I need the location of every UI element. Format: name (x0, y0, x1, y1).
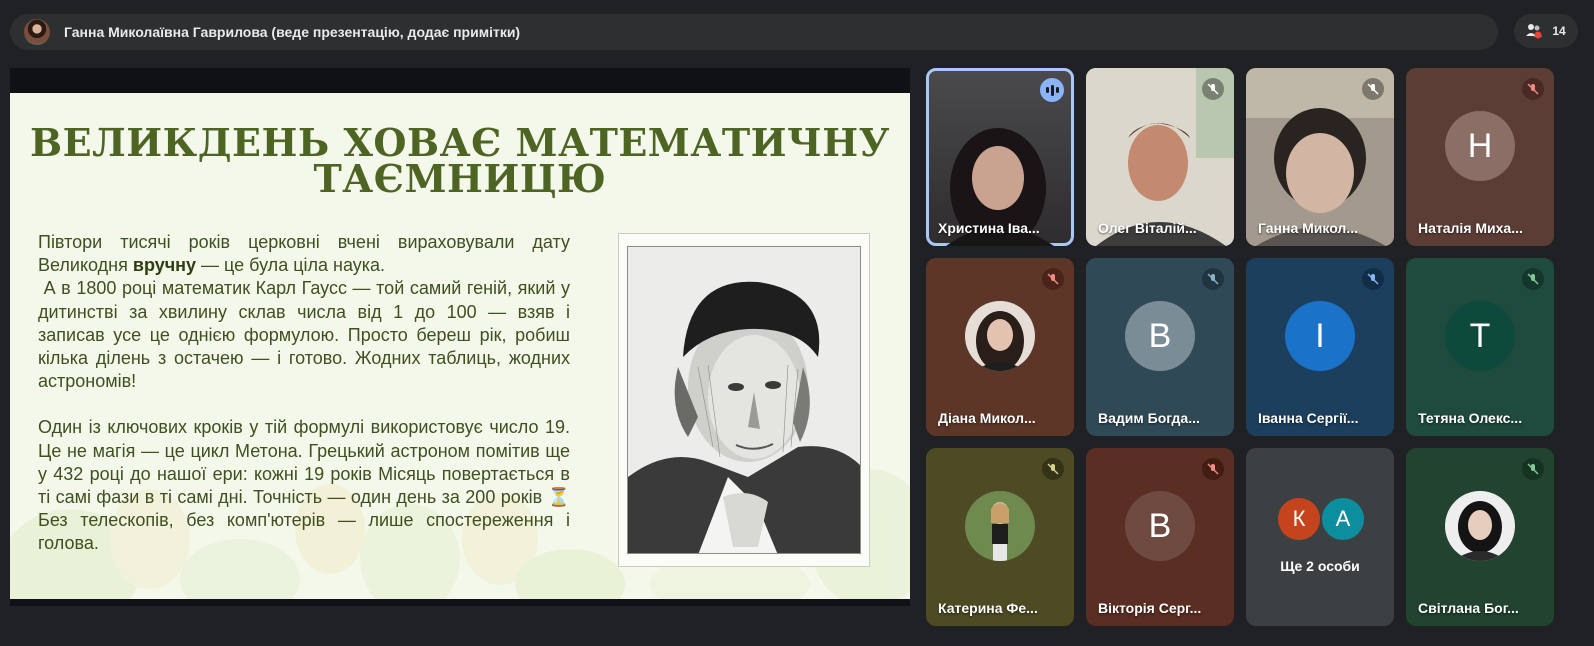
p3-text-after: Без телескопів, без комп'ютерів — лише с… (38, 510, 570, 554)
participant-tile[interactable]: Олег Віталій... (1086, 68, 1234, 246)
people-button[interactable]: 14 (1514, 14, 1578, 48)
slide-body: Півтори тисячі років церковні вчені вира… (38, 231, 570, 556)
mic-off-icon (1522, 78, 1544, 100)
participant-avatar: К (1276, 496, 1322, 542)
presenter-bar[interactable]: Ганна Миколаївна Гаврилова (веде презент… (10, 14, 1498, 50)
participant-tile[interactable]: В Вікторія Серг... (1086, 448, 1234, 626)
mic-off-icon (1202, 458, 1224, 480)
participant-avatar: І (1285, 301, 1355, 371)
presentation-area: ВЕЛИКДЕНЬ ХОВАЄ МАТЕМАТИЧНУ ТАЄМНИЦЮ Пів… (10, 68, 910, 606)
gauss-portrait (618, 233, 870, 567)
participant-avatar: В (1125, 491, 1195, 561)
participant-avatar: В (1125, 301, 1195, 371)
p3-text: Один із ключових кроків у тій формулі ви… (38, 417, 570, 508)
mic-off-icon (1042, 268, 1064, 290)
participant-name: Христина Іва... (938, 220, 1040, 236)
mic-off-icon (1042, 458, 1064, 480)
slide-paragraph-1: Півтори тисячі років церковні вчені вира… (38, 231, 570, 277)
mic-off-icon (1522, 268, 1544, 290)
slide-paragraph-3: Один із ключових кроків у тій формулі ви… (38, 416, 570, 555)
participant-tile[interactable]: Н Наталія Миха... (1406, 68, 1554, 246)
participant-name: Діана Микол... (938, 410, 1036, 426)
mic-off-icon (1202, 268, 1224, 290)
slide-paragraph-2: А в 1800 році математик Карл Гаусс — той… (38, 277, 570, 393)
participant-avatar (1445, 491, 1515, 561)
participant-name: Олег Віталій... (1098, 220, 1197, 236)
participant-tile[interactable]: Катерина Фе... (926, 448, 1074, 626)
participant-tile[interactable]: І Іванна Сергії... (1246, 258, 1394, 436)
p1-text-after: — це була ціла наука. (196, 255, 386, 276)
hourglass-icon: ⏳ (547, 487, 570, 508)
participant-tile[interactable]: Т Тетяна Олекс... (1406, 258, 1554, 436)
presenter-avatar (24, 19, 50, 45)
more-participants-tile[interactable]: К А Ще 2 особи (1246, 448, 1394, 626)
slide-title-line2: ТАЄМНИЦЮ (313, 156, 607, 201)
participant-tile[interactable]: Ганна Микол... (1246, 68, 1394, 246)
mic-off-icon (1362, 268, 1384, 290)
participant-name: Наталія Миха... (1418, 220, 1523, 236)
participant-name: Ганна Микол... (1258, 220, 1358, 236)
participant-name: Вікторія Серг... (1098, 600, 1202, 616)
participant-tile[interactable]: Христина Іва... (926, 68, 1074, 246)
participant-name: Іванна Сергії... (1258, 410, 1359, 426)
participant-avatar (965, 491, 1035, 561)
participant-name: Вадим Богда... (1098, 410, 1200, 426)
people-icon (1526, 24, 1543, 39)
more-avatars: К А (1276, 496, 1372, 544)
mic-off-icon (1202, 78, 1224, 100)
speaking-indicator-icon (1040, 78, 1064, 102)
participant-name: Тетяна Олекс... (1418, 410, 1523, 426)
mic-off-icon (1522, 458, 1544, 480)
participant-avatar: Н (1445, 111, 1515, 181)
mic-off-icon (1362, 78, 1384, 100)
slide-title: ВЕЛИКДЕНЬ ХОВАЄ МАТЕМАТИЧНУ ТАЄМНИЦЮ (10, 124, 910, 198)
participant-tile[interactable]: В Вадим Богда... (1086, 258, 1234, 436)
participant-tile[interactable]: Діана Микол... (926, 258, 1074, 436)
participant-tile[interactable]: Світлана Бог... (1406, 448, 1554, 626)
participant-avatar: Т (1445, 301, 1515, 371)
slide: ВЕЛИКДЕНЬ ХОВАЄ МАТЕМАТИЧНУ ТАЄМНИЦЮ Пів… (10, 93, 910, 599)
participant-name: Катерина Фе... (938, 600, 1038, 616)
p1-bold: вручну (132, 255, 197, 276)
participant-name: Світлана Бог... (1418, 600, 1519, 616)
participant-avatar (965, 301, 1035, 371)
participant-avatar: А (1320, 496, 1366, 542)
people-count: 14 (1552, 24, 1566, 38)
more-participants-label: Ще 2 особи (1280, 558, 1360, 574)
presenter-text: Ганна Миколаївна Гаврилова (веде презент… (64, 24, 521, 40)
p2-text: А в 1800 році математик Карл Гаусс — той… (38, 278, 570, 392)
portrait-engraving (628, 247, 860, 553)
